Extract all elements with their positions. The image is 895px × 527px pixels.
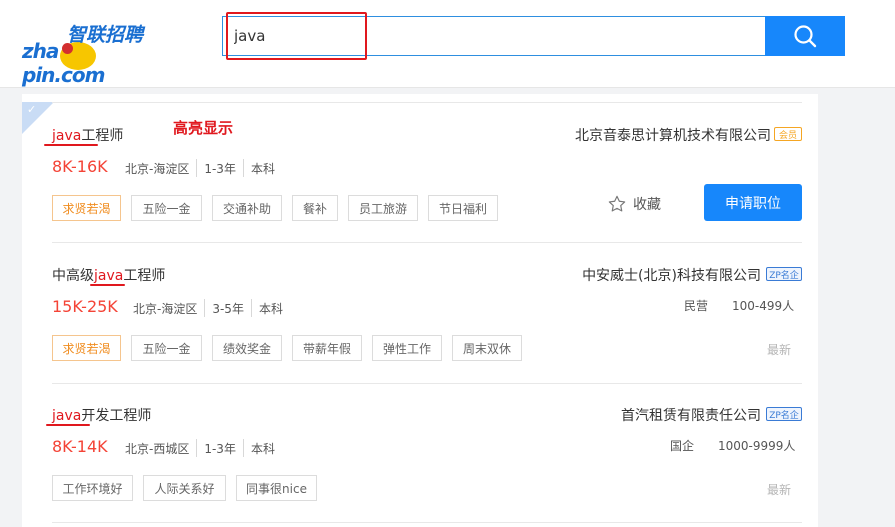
job-meta: 北京-西城区 1-3年 本科 [125, 439, 275, 457]
latest-label: 最新 [767, 343, 792, 357]
member-badge: 会员 [774, 127, 802, 141]
tag: 五险一金 [131, 195, 202, 221]
tag: 员工旅游 [348, 195, 418, 221]
tag: 带薪年假 [292, 335, 362, 361]
salary: 8K-16K [52, 157, 108, 176]
company-name[interactable]: 中安威士(北京)科技有限公司 [582, 265, 761, 285]
tag: 绩效奖金 [212, 335, 282, 361]
divider [52, 522, 802, 523]
experience: 3-5年 [212, 301, 244, 316]
keyword-underline [44, 144, 98, 146]
education: 本科 [250, 161, 275, 176]
education: 本科 [250, 441, 275, 456]
tag: 求贤若渴 [52, 335, 121, 361]
zp-brand-badge: ZP名企 [766, 407, 802, 421]
apply-button[interactable]: 申请职位 [704, 184, 802, 221]
company-name[interactable]: 北京音泰思计算机技术有限公司 [575, 125, 771, 145]
company-type: 国企 [670, 439, 695, 453]
divider [52, 383, 802, 384]
tag: 工作环境好 [52, 475, 133, 501]
logo-text-en: zhapin.com [22, 39, 105, 87]
salary: 8K-14K [52, 437, 108, 456]
job-title[interactable]: java开发工程师 [52, 405, 151, 425]
zp-brand-badge: ZP名企 [766, 267, 802, 281]
education: 本科 [258, 301, 283, 316]
check-icon: ✓ [27, 103, 37, 116]
job-meta: 北京-海淀区 3-5年 本科 [133, 299, 283, 317]
tag: 交通补助 [212, 195, 282, 221]
divider [52, 102, 802, 103]
divider [52, 242, 802, 243]
tag: 节日福利 [428, 195, 498, 221]
company-name[interactable]: 首汽租赁有限责任公司 [621, 405, 761, 425]
location: 北京-海淀区 [125, 161, 190, 176]
location: 北京-海淀区 [133, 301, 198, 316]
company-size: 100-499人 [732, 299, 795, 313]
experience: 1-3年 [204, 161, 236, 176]
salary: 15K-25K [52, 297, 118, 316]
latest-label: 最新 [767, 483, 792, 497]
experience: 1-3年 [204, 441, 236, 456]
favorite-button[interactable]: 收藏 [607, 194, 661, 214]
search-button[interactable] [765, 16, 845, 56]
tag: 人际关系好 [143, 475, 226, 501]
tag: 五险一金 [131, 335, 202, 361]
tag: 弹性工作 [372, 335, 442, 361]
tag: 餐补 [292, 195, 338, 221]
search-highlight-box [226, 12, 367, 60]
company-type: 民营 [684, 299, 709, 313]
keyword-underline [90, 284, 125, 286]
zhaopin-logo[interactable]: 智联招聘 zhapin.com [22, 20, 147, 87]
star-icon [608, 195, 626, 212]
tag: 求贤若渴 [52, 195, 121, 221]
company-size: 1000-9999人 [718, 439, 796, 453]
keyword-underline [46, 424, 90, 426]
job-title[interactable]: java工程师 [52, 125, 123, 145]
search-icon [794, 25, 817, 48]
location: 北京-西城区 [125, 441, 190, 456]
tag: 周末双休 [452, 335, 522, 361]
job-meta: 北京-海淀区 1-3年 本科 [125, 159, 275, 177]
job-title[interactable]: 中高级java工程师 [52, 265, 165, 285]
favorite-label: 收藏 [633, 197, 661, 213]
tag: 同事很nice [236, 475, 317, 501]
highlight-annotation: 高亮显示 [173, 119, 234, 137]
